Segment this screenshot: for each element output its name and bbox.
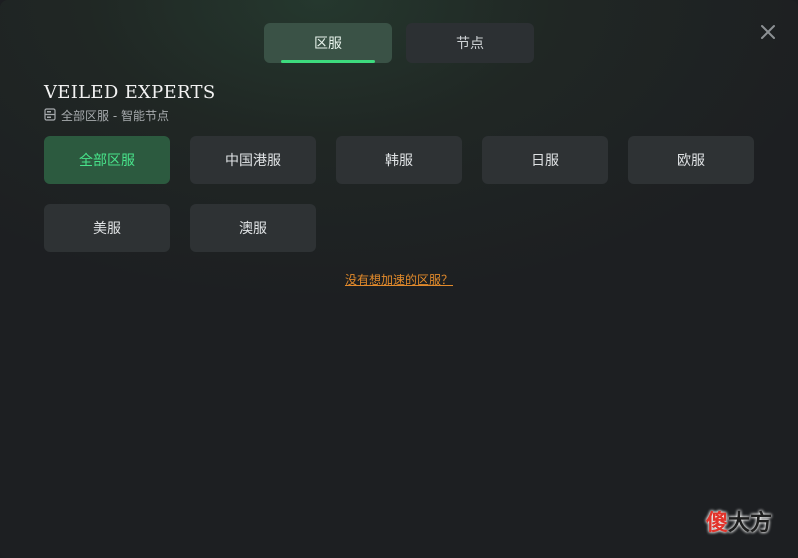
region-kr-button[interactable]: 韩服 xyxy=(336,136,462,184)
close-icon[interactable] xyxy=(756,20,780,44)
tab-region[interactable]: 区服 xyxy=(264,23,392,63)
active-tab-indicator xyxy=(281,60,375,63)
region-grid: 全部区服 中国港服 韩服 日服 欧服 美服 澳服 xyxy=(44,136,754,252)
region-hk-button[interactable]: 中国港服 xyxy=(190,136,316,184)
tab-bar: 区服 节点 xyxy=(264,23,534,63)
missing-region-link[interactable]: 没有想加速的区服？ xyxy=(0,271,798,288)
region-jp-button[interactable]: 日服 xyxy=(482,136,608,184)
region-all-button[interactable]: 全部区服 xyxy=(44,136,170,184)
subtitle-text: 全部区服 - 智能节点 xyxy=(61,109,169,123)
watermark-logo: 傻 大方 xyxy=(706,505,772,537)
watermark-part1: 傻 xyxy=(706,511,729,536)
region-select-dialog: 区服 节点 VEILED EXPERTS 全部区服 - 智能节点 全部区服 中国… xyxy=(0,0,798,558)
region-eu-button[interactable]: 欧服 xyxy=(628,136,754,184)
subtitle: 全部区服 - 智能节点 xyxy=(44,107,169,124)
region-au-button[interactable]: 澳服 xyxy=(190,204,316,252)
tab-node[interactable]: 节点 xyxy=(406,23,534,63)
tab-region-label: 区服 xyxy=(314,36,342,52)
region-us-button[interactable]: 美服 xyxy=(44,204,170,252)
tab-node-label: 节点 xyxy=(456,36,484,52)
server-icon xyxy=(44,107,56,124)
watermark-part2: 大方 xyxy=(728,511,773,536)
game-title: VEILED EXPERTS xyxy=(44,82,216,103)
